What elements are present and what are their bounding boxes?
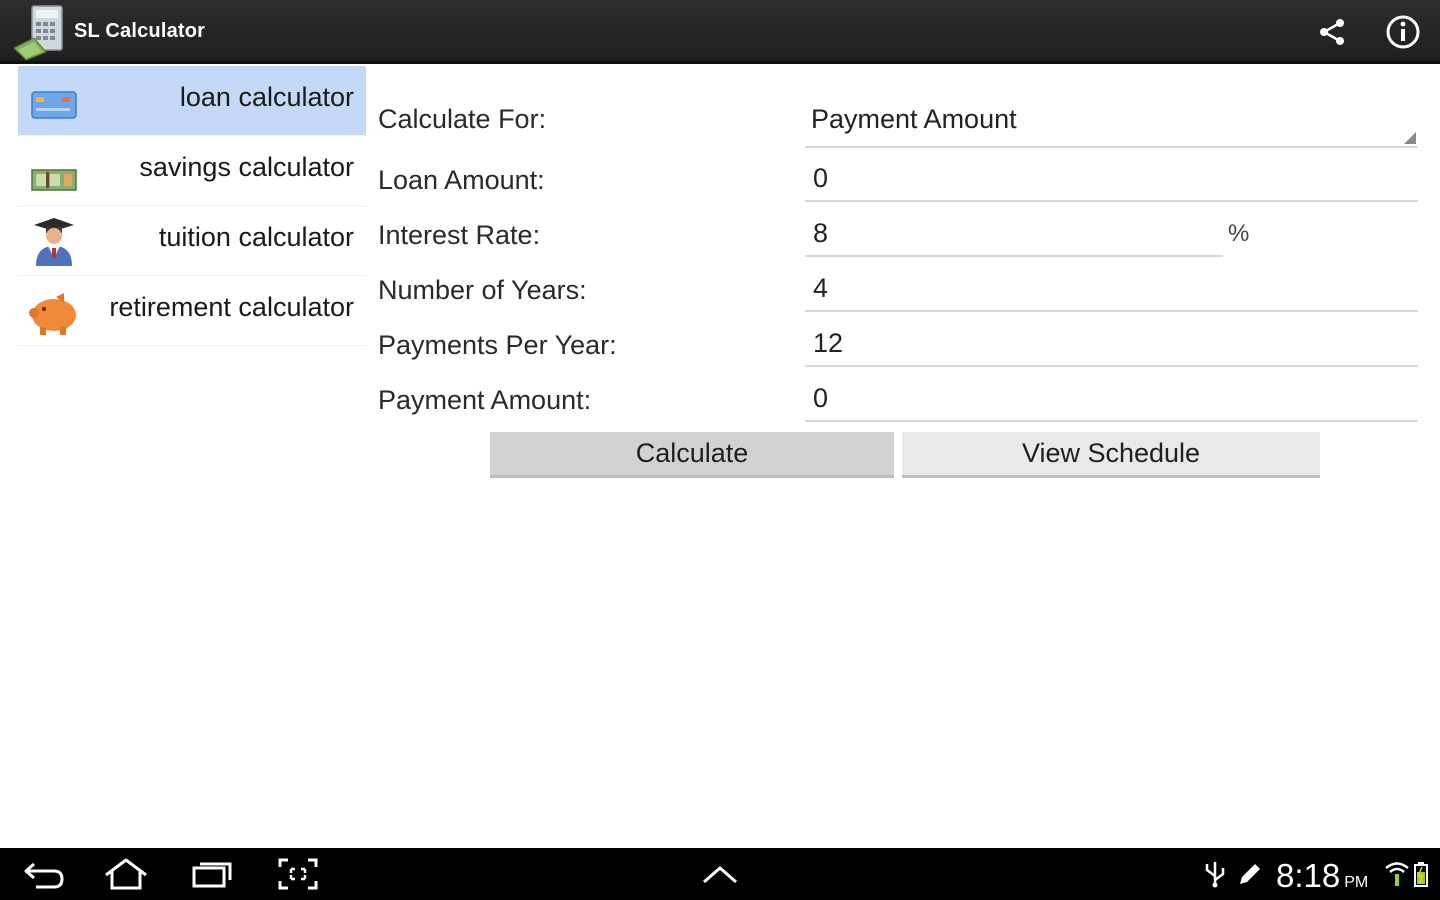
clock-ampm: PM (1344, 874, 1369, 891)
calculator-nav: loan calculator savings calculator tuiti… (18, 64, 366, 364)
nav-item-savings-calculator[interactable]: savings calculator (18, 136, 366, 206)
clock-time: 8:18 (1276, 857, 1341, 894)
calculate-button[interactable]: Calculate (490, 432, 894, 478)
nav-divider (18, 345, 366, 346)
back-button[interactable] (20, 856, 68, 892)
payments-per-year-label: Payments Per Year: (378, 330, 617, 360)
payments-per-year-input[interactable] (805, 321, 1418, 367)
number-of-years-input[interactable] (805, 266, 1418, 312)
share-icon (1320, 19, 1344, 45)
interest-rate-label: Interest Rate: (378, 220, 541, 250)
loan-amount-input[interactable] (805, 156, 1418, 202)
battery-icon (1414, 862, 1428, 887)
home-icon (105, 858, 147, 890)
credit-card-icon (31, 91, 77, 119)
view-schedule-button[interactable]: View Schedule (902, 432, 1320, 478)
loan-calculator-form: Calculate For: Payment Amount Loan Amoun… (366, 64, 1440, 494)
money-bills-icon (31, 169, 77, 191)
system-navigation-bar: 8:18 PM (0, 848, 1440, 900)
calculator-money-icon (13, 5, 63, 60)
graduate-icon (34, 218, 74, 266)
number-of-years-label: Number of Years: (378, 275, 587, 305)
recent-apps-button[interactable] (188, 856, 236, 892)
dropdown-arrow-icon (1404, 132, 1416, 144)
screenshot-icon (278, 858, 318, 890)
payment-amount-label: Payment Amount: (378, 385, 592, 415)
piggy-bank-icon (29, 293, 76, 335)
interest-rate-input[interactable] (805, 211, 1223, 257)
calculate-for-label: Calculate For: (378, 104, 547, 134)
percent-unit: % (1228, 220, 1250, 247)
wifi-icon (1385, 862, 1409, 886)
nav-item-label: loan calculator (179, 82, 354, 112)
recent-apps-icon (192, 862, 232, 888)
pencil-icon (1240, 864, 1260, 884)
usb-icon (1205, 862, 1225, 888)
payment-amount-input[interactable] (805, 376, 1418, 422)
nav-item-label: savings calculator (139, 152, 354, 182)
app-title: SL Calculator (74, 20, 206, 42)
nav-item-retirement-calculator[interactable]: retirement calculator (18, 276, 366, 346)
back-icon (24, 862, 64, 889)
calculate-for-value: Payment Amount (811, 104, 1017, 134)
nav-item-label: retirement calculator (109, 292, 354, 322)
home-button[interactable] (102, 856, 150, 892)
nav-item-loan-calculator[interactable]: loan calculator (18, 66, 366, 136)
info-icon (1386, 15, 1420, 49)
loan-amount-label: Loan Amount: (378, 165, 545, 195)
action-bar: SL Calculator (0, 0, 1440, 64)
screenshot-button[interactable] (274, 856, 322, 892)
nav-item-label: tuition calculator (158, 222, 354, 252)
status-clock: 8:18 PM (1276, 857, 1368, 895)
info-button[interactable] (1383, 12, 1423, 52)
up-chevron-icon (703, 866, 737, 884)
share-button[interactable] (1312, 12, 1352, 52)
nav-item-tuition-calculator[interactable]: tuition calculator (18, 206, 366, 276)
app-drawer-button[interactable] (696, 856, 744, 892)
